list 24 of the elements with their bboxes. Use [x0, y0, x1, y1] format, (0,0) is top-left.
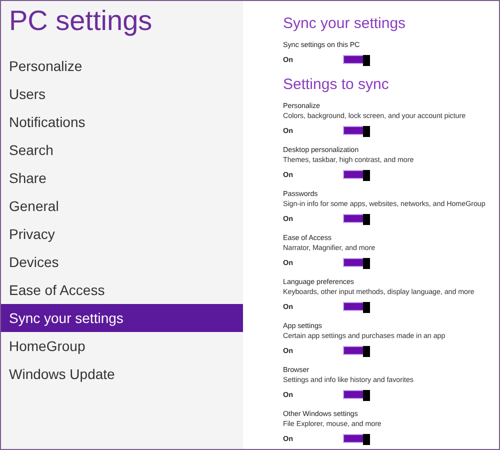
nav-item[interactable]: General — [1, 192, 243, 220]
nav-item[interactable]: Devices — [1, 248, 243, 276]
toggle-switch[interactable] — [343, 346, 370, 354]
toggle-switch[interactable] — [343, 126, 370, 134]
nav-item[interactable]: Notifications — [1, 108, 243, 136]
toggle-switch[interactable] — [343, 258, 370, 266]
page-title: PC settings — [8, 4, 154, 38]
section-heading: Sync your settings — [283, 15, 407, 32]
nav-item[interactable]: Sync your settings — [1, 304, 243, 332]
toggle-switch[interactable] — [343, 390, 370, 398]
nav-item[interactable]: Personalize — [1, 52, 243, 80]
toggle-switch[interactable] — [343, 170, 370, 178]
nav-item[interactable]: Windows Update — [1, 360, 243, 388]
toggle-switch[interactable] — [343, 54, 370, 64]
nav-item[interactable]: HomeGroup — [1, 332, 243, 360]
nav-item[interactable]: Privacy — [1, 220, 243, 248]
section-heading: Settings to sync — [283, 76, 390, 93]
nav-item[interactable]: Ease of Access — [1, 276, 243, 304]
toggle-switch[interactable] — [343, 214, 370, 222]
toggle-switch[interactable] — [343, 302, 370, 310]
nav-item[interactable]: Users — [1, 80, 243, 108]
toggle-switch[interactable] — [343, 434, 370, 442]
nav-item[interactable]: Search — [1, 136, 243, 164]
nav-item[interactable]: Share — [1, 164, 243, 192]
